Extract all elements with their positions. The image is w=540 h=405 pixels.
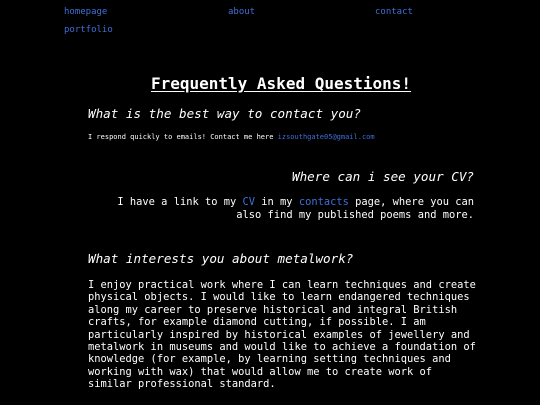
faq-answer-cv: I have a link to my CV in my contacts pa… [94,196,474,222]
faq-answer-contact: I respond quickly to emails! Contact me … [88,133,375,142]
nav-link-homepage[interactable]: homepage [64,7,107,18]
faq-answer-contact-text: I respond quickly to emails! Contact me … [88,133,278,141]
faq-answer-cv-text-2: in my [255,196,299,208]
contacts-link[interactable]: contacts [299,196,349,208]
nav-link-about[interactable]: about [228,7,255,18]
nav-link-portfolio[interactable]: portfolio [64,25,113,36]
cv-link[interactable]: CV [243,196,256,208]
email-link[interactable]: izsouthgate05@gmail.com [278,133,375,141]
faq-question-cv: Where can i see your CV? [292,169,474,184]
faq-question-contact: What is the best way to contact you? [88,106,361,121]
faq-answer-cv-text-1: I have a link to my [117,196,243,208]
faq-answer-metalwork: I enjoy practical work where I can learn… [88,279,476,391]
faq-question-metalwork: What interests you about metalwork? [88,251,354,266]
page-title: Frequently Asked Questions! [150,74,412,93]
nav-link-contact[interactable]: contact [375,7,413,18]
